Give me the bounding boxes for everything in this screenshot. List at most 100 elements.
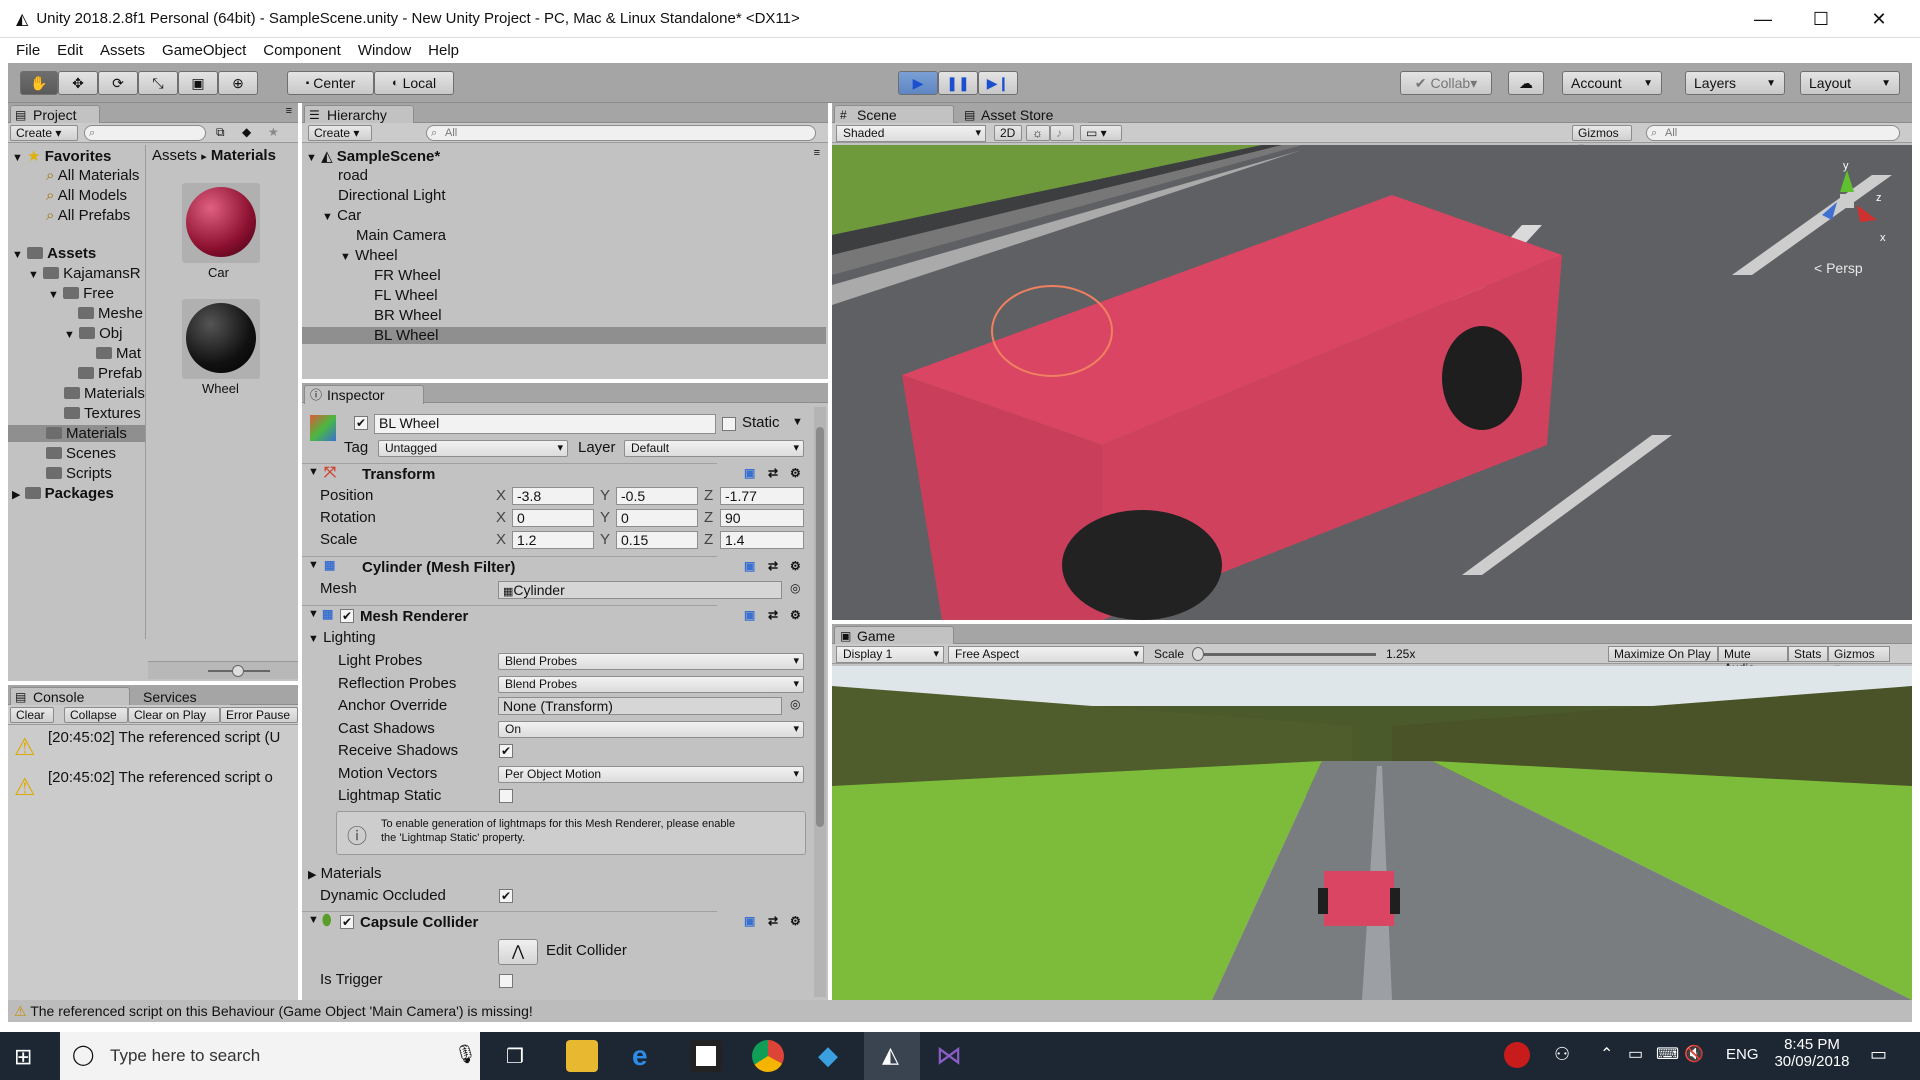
rotation-z-input[interactable]: 90 <box>720 509 804 527</box>
hierarchy-item-car[interactable]: ▼ Car <box>322 207 361 224</box>
move-tool-button[interactable]: ✥ <box>58 71 98 95</box>
capsule-collider-enabled-checkbox[interactable]: ✔ <box>340 915 354 929</box>
lighting-toggle[interactable]: ☼ <box>1026 125 1050 141</box>
tree-materials-sub[interactable]: Materials <box>64 385 145 402</box>
stats-toggle[interactable]: Stats <box>1788 646 1828 662</box>
chrome-icon[interactable] <box>752 1040 784 1072</box>
scale-y-input[interactable]: 0.15 <box>616 531 698 549</box>
menu-edit[interactable]: Edit <box>57 42 83 59</box>
menu-component[interactable]: Component <box>263 42 341 59</box>
scene-search-input[interactable]: ⌕ All <box>1646 125 1900 141</box>
effects-dropdown[interactable]: ▭ ▾ <box>1080 125 1122 141</box>
preset-icon[interactable]: ⇄ <box>768 914 778 928</box>
static-checkbox[interactable] <box>722 417 736 431</box>
tab-console[interactable]: ▤ Console <box>10 687 130 706</box>
volume-mute-icon[interactable]: 🔇 <box>1684 1044 1704 1064</box>
materials-foldout[interactable]: ▶ Materials <box>308 865 382 882</box>
help-book-icon[interactable]: ▣ <box>744 466 755 480</box>
tree-kajamans[interactable]: ▼ KajamansR <box>28 265 141 282</box>
tab-asset-store[interactable]: ▤ Asset Store <box>958 105 1088 124</box>
pivot-center-button[interactable]: ▪ Center <box>287 71 374 95</box>
kodi-icon[interactable]: ◆ <box>818 1040 838 1071</box>
game-viewport[interactable] <box>832 666 1912 1000</box>
unity-taskbar-icon[interactable]: ◭ <box>864 1032 920 1080</box>
windows-start-icon[interactable]: ⊞ <box>14 1044 32 1070</box>
hand-tool-button[interactable]: ✋ <box>20 71 58 95</box>
minimize-button[interactable]: — <box>1734 0 1792 38</box>
filter-label-icon[interactable]: ◆ <box>242 125 251 139</box>
hierarchy-item-main-camera[interactable]: Main Camera <box>356 227 446 244</box>
tree-free[interactable]: ▼ Free <box>48 285 114 302</box>
tree-materials[interactable]: Materials <box>8 425 145 442</box>
transform-tool-button[interactable]: ⊕ <box>218 71 258 95</box>
gear-icon[interactable]: ⚙ <box>790 914 801 928</box>
menu-assets[interactable]: Assets <box>100 42 145 59</box>
transform-header[interactable]: ▼ ⤧ Transform ▣ ⇄ ⚙ <box>302 463 801 485</box>
hierarchy-create-button[interactable]: Create ▾ <box>308 125 372 141</box>
task-view-icon[interactable]: ❐ <box>506 1044 524 1069</box>
filter-type-icon[interactable]: ⧉ <box>216 125 225 140</box>
scale-tool-button[interactable]: ⤡ <box>138 71 178 95</box>
battery-icon[interactable]: ▭ <box>1628 1044 1643 1064</box>
scale-x-input[interactable]: 1.2 <box>512 531 594 549</box>
tab-services[interactable]: Services <box>130 687 230 706</box>
rect-tool-button[interactable]: ▣ <box>178 71 218 95</box>
pivot-local-button[interactable]: ◐ Local <box>374 71 454 95</box>
help-book-icon[interactable]: ▣ <box>744 914 755 928</box>
hierarchy-item-road[interactable]: road <box>338 167 368 184</box>
action-center-icon[interactable]: ▭ <box>1870 1044 1887 1065</box>
display-dropdown[interactable]: Display 1 <box>836 646 944 663</box>
close-button[interactable]: ✕ <box>1850 0 1908 38</box>
material-wheel-thumb[interactable] <box>182 299 260 379</box>
tree-meshes[interactable]: Meshe <box>78 305 143 322</box>
layers-dropdown[interactable]: Layers ▼ <box>1685 71 1785 95</box>
active-checkbox[interactable]: ✔ <box>354 416 368 430</box>
fav-all-prefabs[interactable]: ⌕ All Prefabs <box>46 207 130 224</box>
hierarchy-item-fl-wheel[interactable]: FL Wheel <box>374 287 438 304</box>
object-picker-icon[interactable]: ◎ <box>790 697 800 711</box>
mesh-field[interactable]: ▦Cylinder <box>498 581 782 599</box>
gear-icon[interactable]: ⚙ <box>790 466 801 480</box>
help-book-icon[interactable]: ▣ <box>744 608 755 622</box>
receive-shadows-checkbox[interactable]: ✔ <box>499 744 513 758</box>
tree-packages[interactable]: ▶ Packages <box>12 485 114 502</box>
file-explorer-icon[interactable] <box>566 1040 598 1072</box>
taskbar-search-box[interactable]: ◯ Type here to search 🎙 <box>60 1032 480 1080</box>
tree-scripts[interactable]: Scripts <box>46 465 112 482</box>
panel-menu-icon[interactable]: ≡ <box>286 105 292 117</box>
object-picker-icon[interactable]: ◎ <box>790 581 800 595</box>
material-car-thumb[interactable] <box>182 183 260 263</box>
inspector-scrollbar[interactable] <box>814 407 826 997</box>
hierarchy-item-bl-wheel[interactable]: BL Wheel <box>302 327 826 344</box>
fav-all-materials[interactable]: ⌕ All Materials <box>46 167 139 184</box>
menu-help[interactable]: Help <box>428 42 459 59</box>
layer-dropdown[interactable]: Default <box>624 440 804 457</box>
position-z-input[interactable]: -1.77 <box>720 487 804 505</box>
hierarchy-item-wheel[interactable]: ▼ Wheel <box>340 247 398 264</box>
tree-assets[interactable]: ▼ Assets <box>12 245 96 262</box>
orientation-gizmo[interactable]: y z x <box>1802 160 1892 250</box>
tree-prefab[interactable]: Prefab <box>78 365 142 382</box>
maximize-on-play-toggle[interactable]: Maximize On Play <box>1608 646 1718 662</box>
tab-scene[interactable]: # Scene <box>834 105 954 124</box>
menu-file[interactable]: File <box>16 42 40 59</box>
position-x-input[interactable]: -3.8 <box>512 487 594 505</box>
mode-2d-toggle[interactable]: 2D <box>994 125 1022 141</box>
lighting-foldout[interactable]: ▼ Lighting <box>308 629 376 646</box>
status-bar[interactable]: ⚠ The referenced script on this Behaviou… <box>8 1000 1912 1022</box>
capsule-collider-header[interactable]: ▼ ⬮ ✔ Capsule Collider ▣ ⇄ ⚙ <box>302 911 801 933</box>
account-dropdown[interactable]: Account ▼ <box>1562 71 1662 95</box>
dynamic-occluded-checkbox[interactable]: ✔ <box>499 889 513 903</box>
gear-icon[interactable]: ⚙ <box>790 559 801 573</box>
preset-icon[interactable]: ⇄ <box>768 466 778 480</box>
inspector-scroll-thumb[interactable] <box>816 427 824 827</box>
scale-slider-thumb[interactable] <box>1192 647 1204 661</box>
tree-obj[interactable]: ▼ Obj <box>64 325 122 342</box>
scale-z-input[interactable]: 1.4 <box>720 531 804 549</box>
mesh-renderer-header[interactable]: ▼ ▦ ✔ Mesh Renderer ▣ ⇄ ⚙ <box>302 605 801 627</box>
favorite-star-icon[interactable]: ★ <box>268 125 279 139</box>
hierarchy-item-fr-wheel[interactable]: FR Wheel <box>374 267 441 284</box>
static-dropdown-arrow-icon[interactable]: ▼ <box>792 416 803 428</box>
console-collapse-button[interactable]: Collapse <box>64 707 128 723</box>
tab-game[interactable]: ▣ Game <box>834 626 954 645</box>
